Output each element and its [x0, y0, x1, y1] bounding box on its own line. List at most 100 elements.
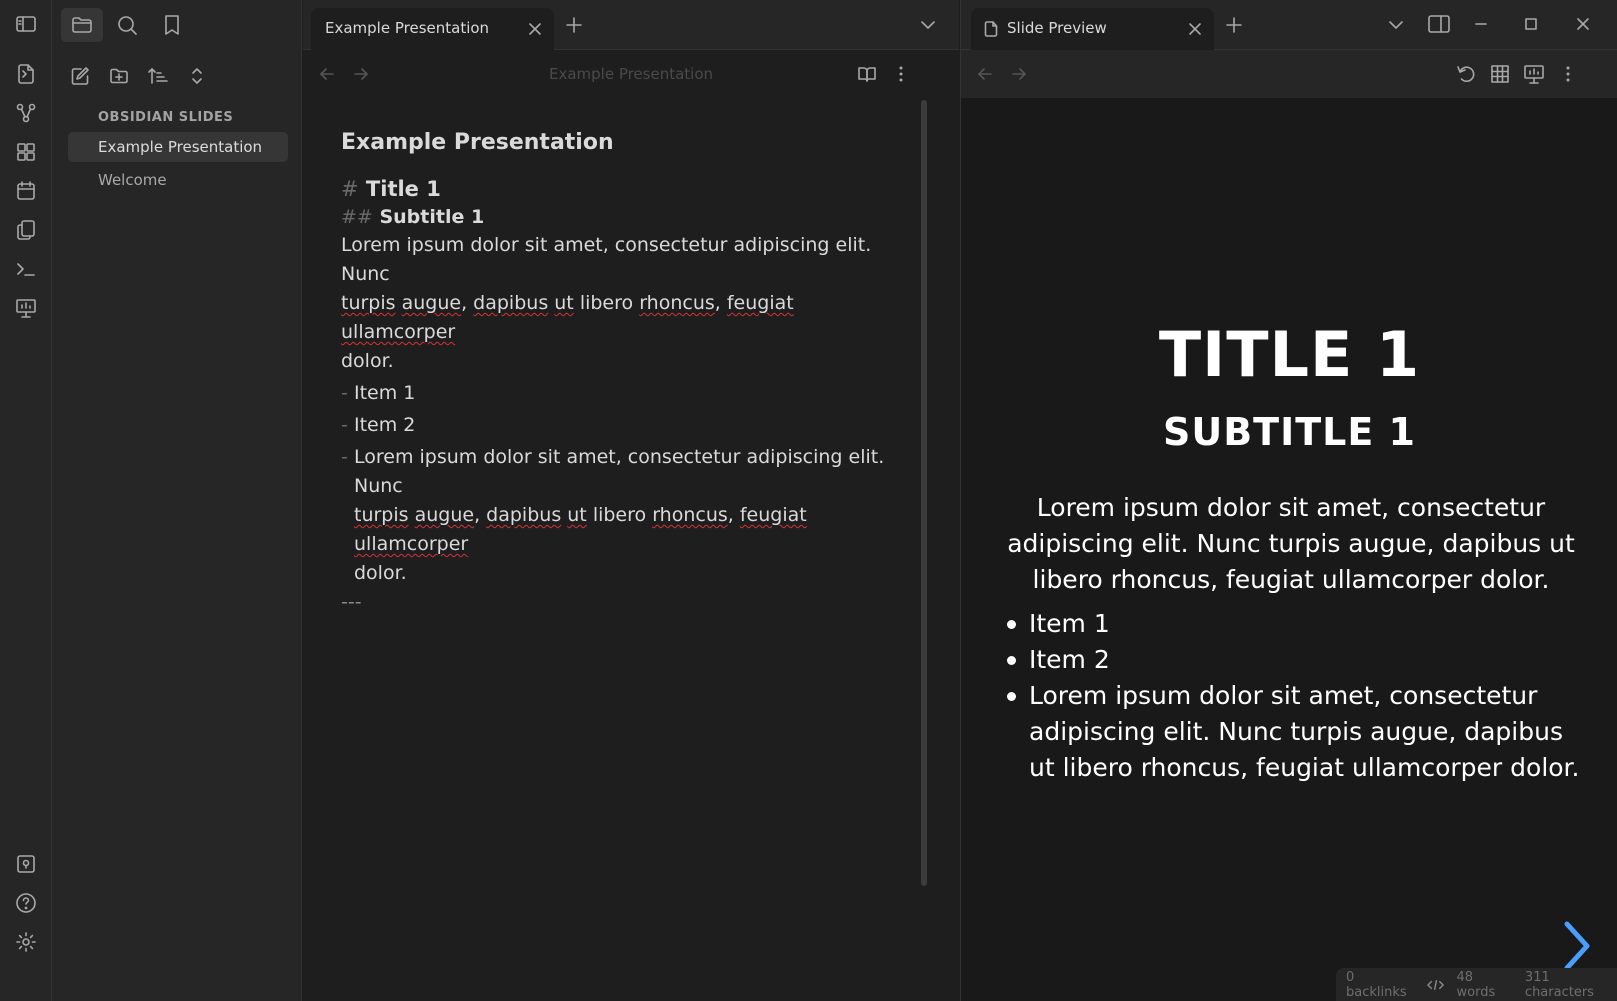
para-line: turpis augue, dapibus ut libero rhoncus,…: [341, 289, 901, 347]
new-folder-icon: [110, 68, 128, 84]
collapse-all-button[interactable]: [183, 62, 211, 90]
list-dash: -: [341, 414, 348, 436]
back-arrow-icon[interactable]: [975, 64, 995, 84]
grid-icon[interactable]: [1489, 63, 1511, 85]
comma: ,: [461, 292, 468, 314]
chevron-down-icon[interactable]: [1387, 16, 1405, 34]
search-icon: [118, 16, 137, 35]
open-quick-switcher-icon[interactable]: [12, 60, 40, 88]
slides-icon[interactable]: [12, 294, 40, 322]
misspelled-word[interactable]: augue: [402, 292, 461, 314]
inline-title[interactable]: Example Presentation: [341, 130, 901, 155]
vault-switcher-icon[interactable]: [12, 850, 40, 878]
bookmark-icon: [165, 15, 179, 35]
misspelled-word[interactable]: turpis: [341, 292, 396, 314]
slide-list-item: Item 1: [1001, 606, 1581, 642]
close-icon[interactable]: [526, 20, 544, 38]
para-line: Lorem ipsum dolor sit amet, consectetur …: [341, 234, 872, 285]
preview-nav-bar: [961, 50, 1617, 98]
editor-scrollbar[interactable]: [921, 100, 927, 886]
chevron-down-icon[interactable]: [919, 16, 937, 34]
window-close-icon[interactable]: [1573, 14, 1593, 34]
misspelled-word[interactable]: dapibus: [486, 504, 561, 526]
word: libero: [592, 504, 647, 526]
markdown-list-item: - Item 1: [341, 379, 901, 408]
more-options-icon[interactable]: [1557, 63, 1579, 85]
markdown-list-item: - Item 2: [341, 411, 901, 440]
editor-content[interactable]: Example Presentation # Title 1 ## Subtit…: [341, 130, 901, 617]
canvas-icon[interactable]: [12, 138, 40, 166]
misspelled-word[interactable]: feugiat: [740, 504, 807, 526]
minimize-icon[interactable]: [1471, 14, 1491, 34]
slide-list-item: Item 2: [1001, 642, 1581, 678]
misspelled-word[interactable]: dapibus: [473, 292, 548, 314]
presentation-icon[interactable]: [1523, 63, 1545, 85]
bookmarks-tab[interactable]: [151, 8, 193, 42]
settings-icon[interactable]: [12, 928, 40, 956]
file-item-example-presentation[interactable]: Example Presentation: [68, 132, 288, 162]
misspelled-word[interactable]: ullamcorper: [354, 533, 468, 555]
command-palette-icon[interactable]: [12, 255, 40, 283]
sidebar-toggle-icon[interactable]: [12, 10, 40, 38]
files-tab[interactable]: [61, 8, 103, 42]
file-item-welcome[interactable]: Welcome: [68, 165, 288, 195]
list-dash: -: [341, 382, 348, 404]
list-dash: -: [341, 446, 348, 468]
h1-text: Title 1: [365, 177, 441, 201]
next-slide-arrow-icon[interactable]: [1561, 920, 1593, 972]
misspelled-word[interactable]: ut: [554, 292, 574, 314]
vault-name: OBSIDIAN SLIDES: [98, 110, 234, 125]
reload-icon[interactable]: [1455, 63, 1477, 85]
collapse-icon: [192, 68, 202, 84]
markdown-paragraph: Lorem ipsum dolor sit amet, consectetur …: [341, 231, 901, 376]
new-tab-icon[interactable]: [564, 15, 584, 35]
tab-title: Slide Preview: [1007, 19, 1107, 37]
editor-nav-bar: Example Presentation: [303, 50, 959, 98]
list-item-line: turpis augue, dapibus ut libero rhoncus,…: [354, 501, 901, 559]
editor-pane: Example Presentation Example Presentatio…: [303, 0, 959, 1001]
maximize-icon[interactable]: [1521, 14, 1541, 34]
slide-separator: ---: [341, 591, 362, 613]
forward-arrow-icon[interactable]: [1009, 64, 1029, 84]
help-icon[interactable]: [12, 889, 40, 917]
tab-slide-preview[interactable]: Slide Preview: [971, 8, 1214, 50]
slide-canvas[interactable]: TITLE 1 SUBTITLE 1 Lorem ipsum dolor sit…: [961, 98, 1617, 1001]
sort-button[interactable]: [144, 62, 172, 90]
search-tab[interactable]: [106, 8, 148, 42]
misspelled-word[interactable]: turpis: [354, 504, 409, 526]
calendar-icon[interactable]: [12, 177, 40, 205]
right-sidebar-toggle-icon[interactable]: [1427, 13, 1451, 35]
templates-icon[interactable]: [12, 216, 40, 244]
misspelled-word[interactable]: feugiat: [727, 292, 794, 314]
markdown-list-item: - Lorem ipsum dolor sit amet, consectetu…: [341, 443, 901, 588]
more-options-icon[interactable]: [891, 64, 911, 84]
new-tab-icon[interactable]: [1224, 15, 1244, 35]
close-icon[interactable]: [1186, 20, 1204, 38]
graph-view-icon[interactable]: [12, 99, 40, 127]
list-item-text: Item 1: [354, 382, 416, 404]
misspelled-word[interactable]: ut: [567, 504, 587, 526]
slide-list: Item 1 Item 2 Lorem ipsum dolor sit amet…: [1001, 606, 1581, 786]
misspelled-word[interactable]: ullamcorper: [341, 321, 455, 343]
reading-view-icon[interactable]: [857, 64, 877, 84]
markdown-h1: # Title 1: [341, 175, 901, 203]
file-icon: [984, 21, 998, 37]
tab-example-presentation[interactable]: Example Presentation: [311, 8, 554, 50]
backlinks-count[interactable]: 0 backlinks: [1346, 970, 1415, 1000]
word: libero: [579, 292, 634, 314]
code-icon[interactable]: [1427, 978, 1445, 992]
character-count: 311 characters: [1524, 969, 1594, 1000]
slide-list-item: Lorem ipsum dolor sit amet, consectetur …: [1001, 678, 1581, 786]
misspelled-word[interactable]: augue: [415, 504, 474, 526]
para-line: dolor.: [341, 350, 394, 372]
new-note-icon: [71, 67, 89, 85]
misspelled-word[interactable]: rhoncus: [652, 504, 728, 526]
new-folder-button[interactable]: [105, 62, 133, 90]
list-item-line: dolor.: [354, 562, 407, 584]
preview-tab-bar: Slide Preview: [961, 0, 1617, 50]
misspelled-word[interactable]: rhoncus: [639, 292, 715, 314]
new-note-button[interactable]: [66, 62, 94, 90]
comma: ,: [474, 504, 481, 526]
h1-mark: #: [341, 177, 359, 201]
sort-icon: [148, 68, 168, 84]
